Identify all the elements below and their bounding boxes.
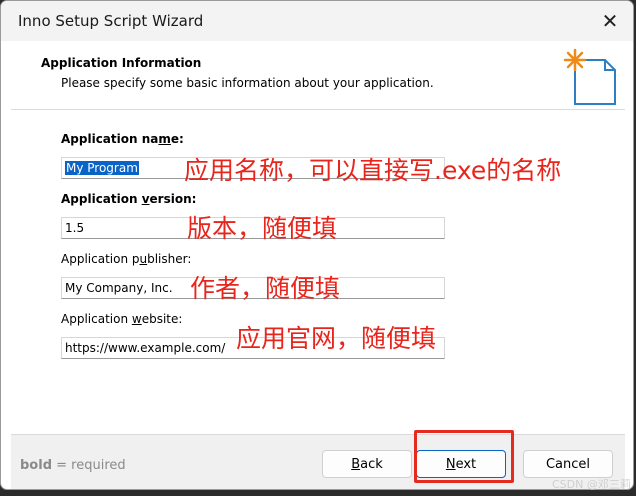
back-button[interactable]: Back [322, 450, 412, 478]
app-name-label: Application name: [61, 132, 184, 146]
required-legend: bold = required [20, 458, 126, 473]
app-publisher-value: My Company, Inc. [65, 281, 173, 295]
annotation-website: 应用官网，随便填 [236, 324, 437, 353]
page-subtitle: Please specify some basic information ab… [61, 76, 434, 90]
app-website-value: https://www.example.com/ [65, 341, 226, 355]
page-title: Application Information [41, 56, 202, 70]
close-icon: ✕ [601, 9, 619, 33]
app-version-value: 1.5 [65, 221, 85, 235]
title-bar: Inno Setup Script Wizard ✕ [1, 1, 633, 41]
wizard-window: Inno Setup Script Wizard ✕ Application I… [0, 0, 634, 490]
header-separator [11, 109, 625, 110]
app-website-label: Application website: [61, 312, 183, 326]
annotation-name: 应用名称，可以直接写.exe的名称 [184, 156, 562, 185]
next-highlight-box [414, 430, 514, 483]
watermark: CSDN @邓三莉 [552, 478, 631, 491]
app-name-value: My Program [65, 161, 139, 175]
window-title: Inno Setup Script Wizard [18, 12, 204, 30]
annotation-version: 版本，随便填 [187, 214, 338, 243]
app-version-label: Application version: [61, 192, 197, 206]
cancel-button[interactable]: Cancel [523, 450, 613, 478]
app-publisher-label: Application publisher: [61, 252, 192, 266]
wizard-footer: bold = required Back Next Cancel [11, 434, 625, 489]
close-button[interactable]: ✕ [587, 1, 633, 41]
document-wizard-icon [563, 48, 616, 105]
annotation-publisher: 作者，随便填 [190, 274, 341, 303]
